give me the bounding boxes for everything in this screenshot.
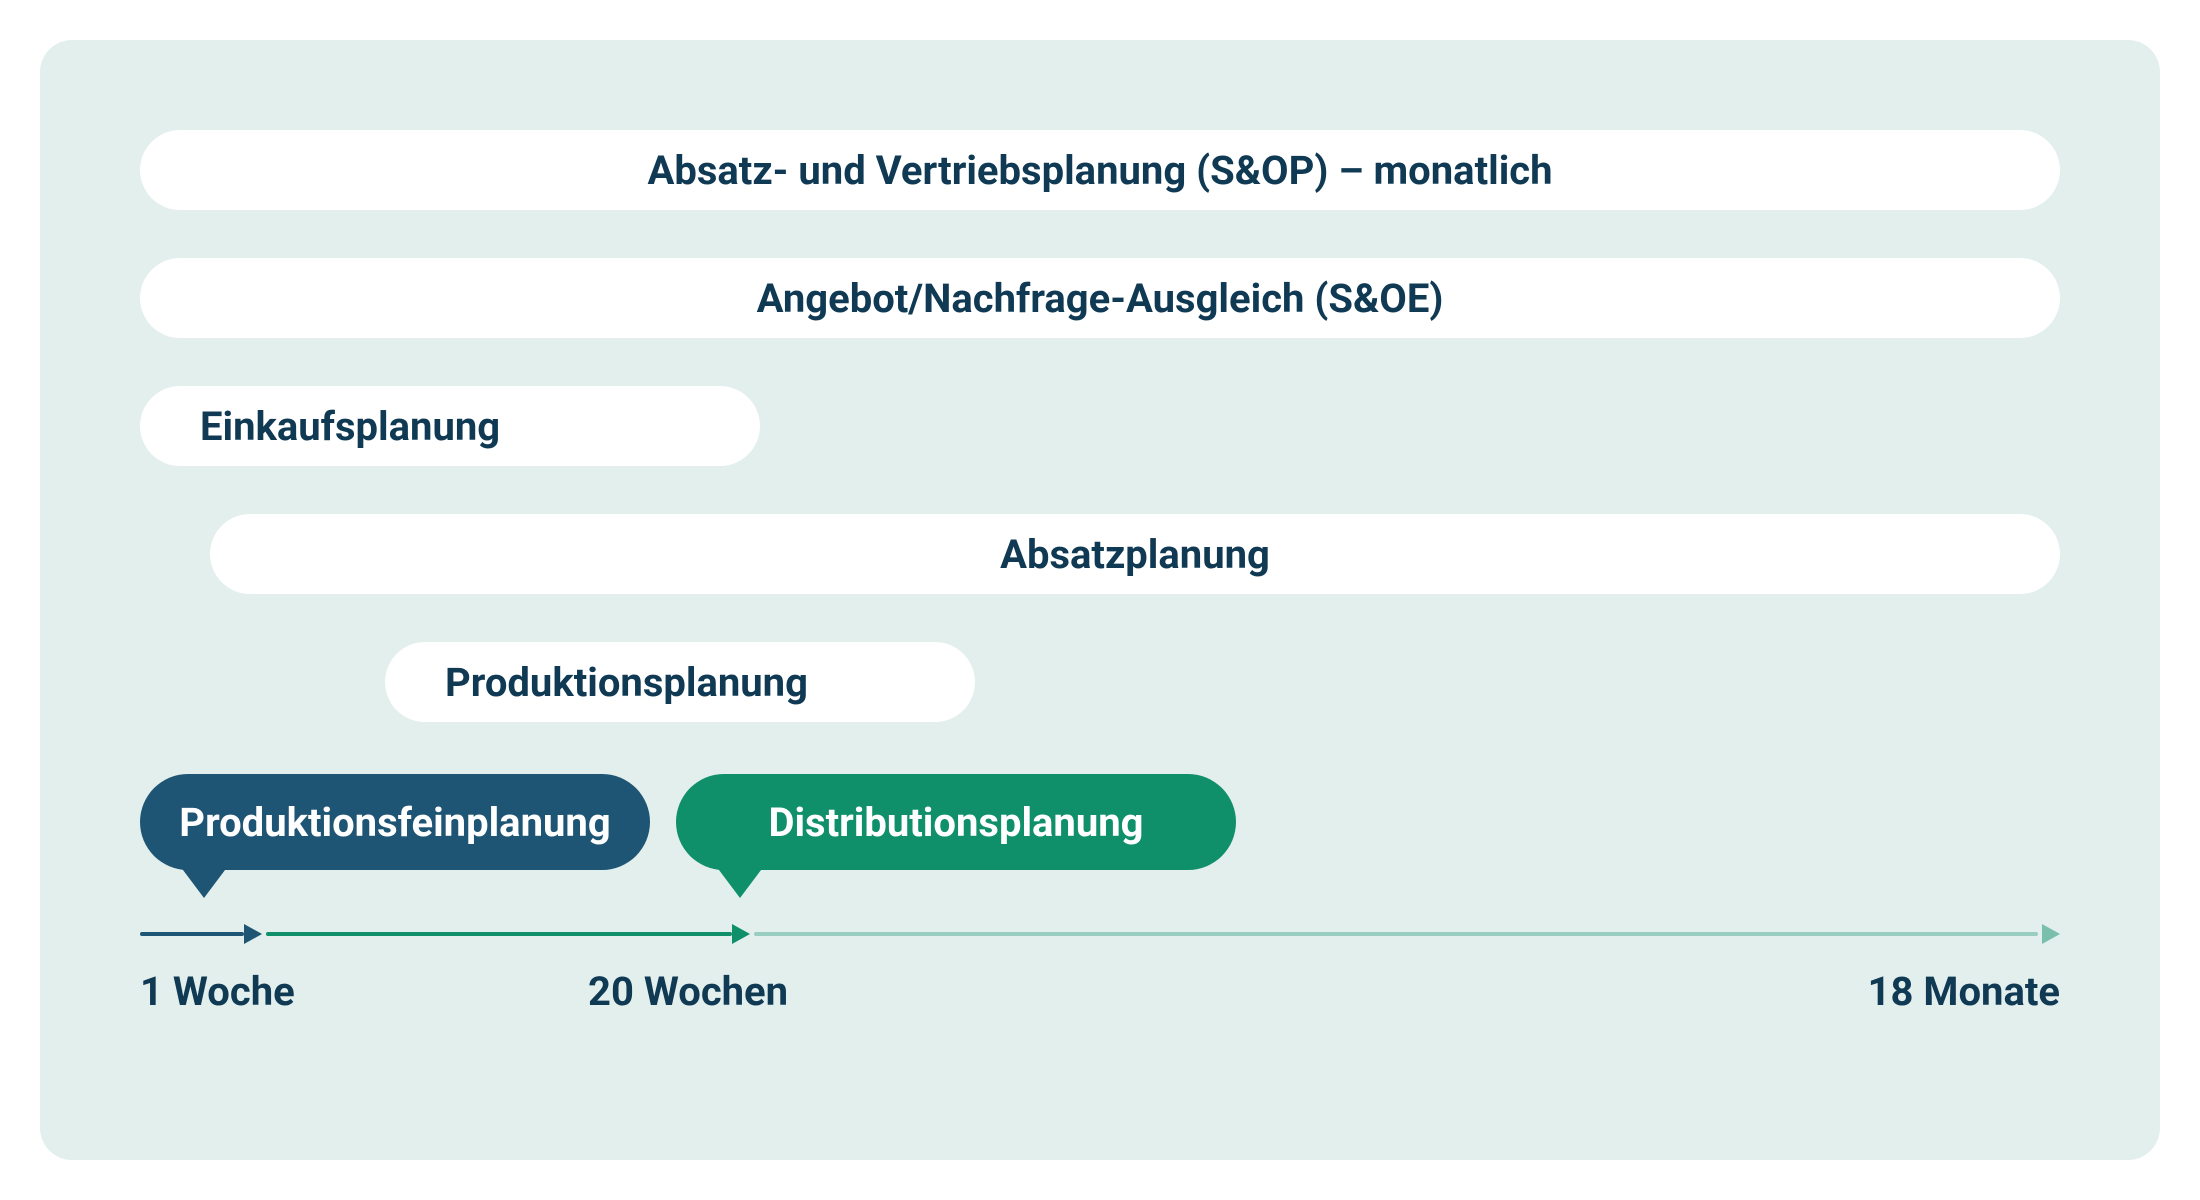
- diagram-panel: Absatz- und Vertriebsplanung (S&OP) – mo…: [40, 40, 2160, 1160]
- timeline-seg-20wochen: [266, 932, 732, 936]
- timeline-arrow-1woche: [244, 924, 262, 944]
- timeline-label-left: 1 Woche: [140, 968, 295, 1015]
- row-einkauf: Einkaufsplanung: [140, 386, 760, 466]
- row-sop-label: Absatz- und Vertriebsplanung (S&OP) – mo…: [647, 147, 1552, 194]
- row-soe: Angebot/Nachfrage-Ausgleich (S&OE): [140, 258, 2060, 338]
- timeline-label-mid: 20 Wochen: [588, 968, 788, 1015]
- bubble-distribution-tail: [716, 866, 764, 898]
- timeline-seg-18monate: [754, 932, 2038, 936]
- row-einkauf-label: Einkaufsplanung: [200, 403, 500, 450]
- timeline-arrow-20wochen: [732, 924, 750, 944]
- timeline-seg-1woche: [140, 932, 244, 936]
- bubble-distribution-label: Distributionsplanung: [768, 799, 1143, 846]
- row-absatz: Absatzplanung: [210, 514, 2060, 594]
- row-sop: Absatz- und Vertriebsplanung (S&OP) – mo…: [140, 130, 2060, 210]
- row-produktion-label: Produktionsplanung: [445, 659, 808, 706]
- bubble-feinplanung: Produktionsfeinplanung: [140, 774, 650, 870]
- timeline-label-right: 18 Monate: [1868, 968, 2060, 1015]
- timeline-arrow-18monate: [2042, 924, 2060, 944]
- timeline: [140, 932, 2060, 938]
- bubble-distribution: Distributionsplanung: [676, 774, 1236, 870]
- bubble-feinplanung-tail: [180, 866, 228, 898]
- bubble-feinplanung-label: Produktionsfeinplanung: [179, 799, 610, 846]
- row-soe-label: Angebot/Nachfrage-Ausgleich (S&OE): [757, 275, 1444, 322]
- row-absatz-label: Absatzplanung: [1000, 531, 1270, 578]
- row-produktion: Produktionsplanung: [385, 642, 975, 722]
